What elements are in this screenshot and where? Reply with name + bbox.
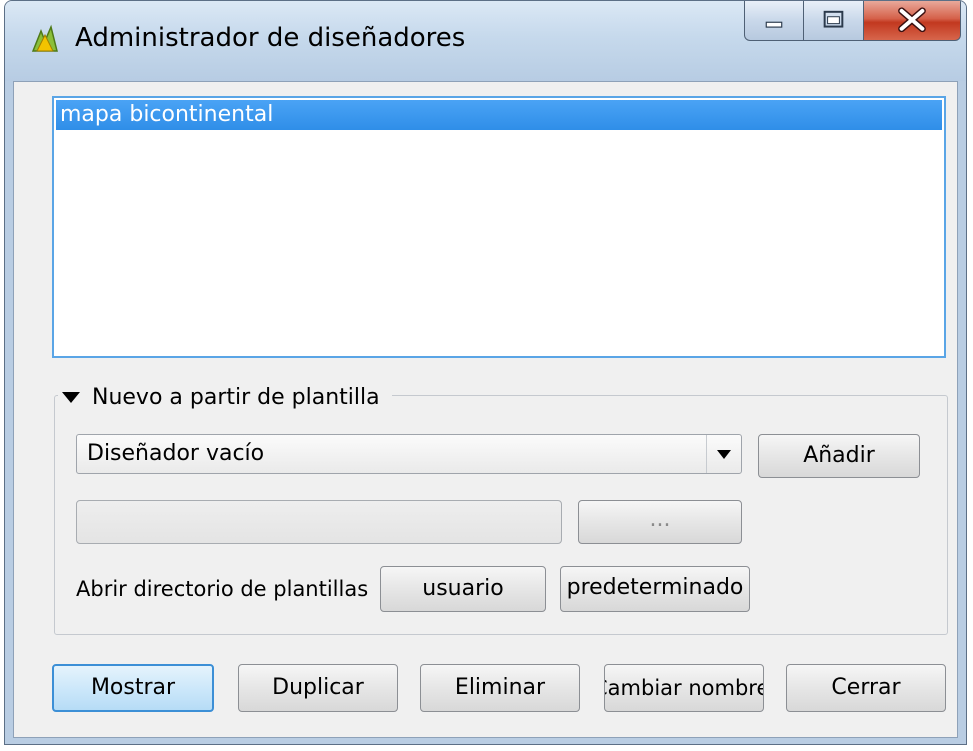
designer-manager-window: Administrador de diseñadores mapa bicont… bbox=[4, 0, 967, 745]
template-file-field[interactable] bbox=[76, 500, 562, 544]
add-button[interactable]: Añadir bbox=[758, 434, 920, 478]
browse-button[interactable]: ... bbox=[578, 500, 742, 544]
template-group-label: Nuevo a partir de plantilla bbox=[92, 384, 380, 410]
maximize-button[interactable] bbox=[804, 1, 864, 41]
combobox-dropdown-button[interactable] bbox=[706, 435, 741, 473]
dialog-body: mapa bicontinental Nuevo a partir de pla… bbox=[13, 81, 958, 738]
default-templates-button[interactable]: predeterminado bbox=[560, 566, 750, 612]
window-title: Administrador de diseñadores bbox=[75, 23, 466, 53]
duplicate-button[interactable]: Duplicar bbox=[238, 664, 398, 712]
minimize-icon bbox=[765, 21, 783, 28]
title-bar[interactable]: Administrador de diseñadores bbox=[5, 1, 966, 81]
chevron-down-icon bbox=[717, 450, 731, 459]
user-templates-button[interactable]: usuario bbox=[380, 566, 546, 612]
open-template-dir-label: Abrir directorio de plantillas bbox=[76, 577, 369, 601]
close-button[interactable]: Cerrar bbox=[786, 664, 946, 712]
template-combobox[interactable]: Diseñador vacío bbox=[76, 434, 742, 474]
rename-button[interactable]: Cambiar nombre bbox=[604, 664, 764, 712]
designer-list[interactable]: mapa bicontinental bbox=[52, 96, 946, 358]
collapse-triangle-icon bbox=[62, 391, 80, 403]
delete-button[interactable]: Eliminar bbox=[420, 664, 580, 712]
template-combobox-value: Diseñador vacío bbox=[87, 441, 265, 466]
close-icon bbox=[898, 7, 926, 33]
qgis-logo-icon bbox=[31, 24, 58, 52]
close-window-button[interactable] bbox=[864, 1, 961, 41]
minimize-button[interactable] bbox=[744, 1, 804, 41]
list-item[interactable]: mapa bicontinental bbox=[56, 100, 942, 130]
template-group-toggle[interactable]: Nuevo a partir de plantilla bbox=[58, 382, 392, 412]
show-button[interactable]: Mostrar bbox=[52, 664, 214, 712]
maximize-icon bbox=[823, 10, 844, 28]
